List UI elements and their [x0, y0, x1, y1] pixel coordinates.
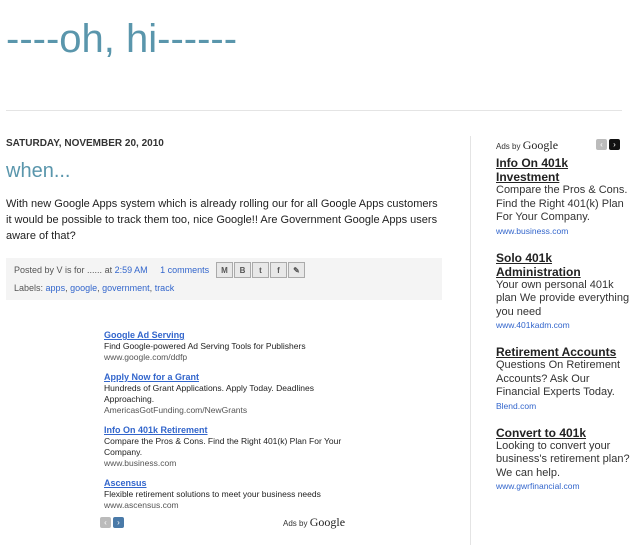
ad-title-link[interactable]: Ascensus — [104, 478, 354, 489]
ads-by-label: Ads by — [496, 142, 521, 151]
adsense-main-block: Google Ad Serving Find Google-powered Ad… — [104, 330, 354, 520]
ad-item: Apply Now for a Grant Hundreds of Grant … — [104, 372, 354, 416]
ad-url[interactable]: www.ascensus.com — [104, 500, 354, 511]
ad-title-link[interactable]: Info On 401k Investment — [496, 156, 630, 184]
ad-description: Compare the Pros & Cons. Find the Right … — [496, 184, 628, 223]
blogger-share-icon[interactable]: B — [234, 262, 251, 278]
ad-item: Google Ad Serving Find Google-powered Ad… — [104, 330, 354, 363]
ad-item: Ascensus Flexible retirement solutions t… — [104, 478, 354, 511]
ad-description: Flexible retirement solutions to meet yo… — [104, 489, 321, 499]
post-labels: Labels: apps, google, government, track — [14, 283, 175, 293]
ad-url[interactable]: www.business.com — [496, 225, 630, 237]
ad-description: Compare the Pros & Cons. Find the Right … — [104, 436, 342, 457]
posted-by: Posted by V is for ...... — [14, 265, 103, 275]
post-body: With new Google Apps system which is alr… — [6, 198, 438, 242]
next-arrow-icon[interactable]: › — [609, 139, 620, 150]
labels-prefix: Labels: — [14, 283, 44, 293]
ad-description: Find Google-powered Ad Serving Tools for… — [104, 341, 306, 351]
prev-arrow-icon[interactable]: ‹ — [100, 517, 111, 528]
ad-url[interactable]: Blend.com — [496, 400, 630, 412]
facebook-share-icon[interactable]: f — [270, 262, 287, 278]
post-footer: Posted by V is for ...... at 2:59 AM 1 c… — [6, 258, 442, 300]
label-link[interactable]: apps — [46, 283, 66, 293]
ad-title-link[interactable]: Apply Now for a Grant — [104, 372, 354, 383]
sidebar-ad-item: Solo 401k Administration Your own person… — [496, 251, 630, 332]
ad-description: Hundreds of Grant Applications. Apply To… — [104, 383, 314, 404]
sidebar-ad-item: Convert to 401k Looking to convert your … — [496, 426, 630, 493]
google-logo: Google — [522, 138, 559, 152]
label-link[interactable]: track — [155, 283, 175, 293]
ad-url[interactable]: www.business.com — [104, 458, 354, 469]
ad-nav-main: ‹ › — [100, 517, 126, 528]
post-title[interactable]: when... — [6, 160, 70, 183]
twitter-share-icon[interactable]: t — [252, 262, 269, 278]
prev-arrow-icon[interactable]: ‹ — [596, 139, 607, 150]
google-logo: Google — [309, 515, 346, 529]
ad-description: Looking to convert your business's retir… — [496, 439, 630, 479]
sidebar-divider — [470, 136, 471, 545]
ads-by-google-main[interactable]: Ads by Google — [283, 515, 345, 530]
blog-title[interactable]: ----oh, hi------ — [6, 14, 237, 64]
post-time-link[interactable]: 2:59 AM — [115, 265, 148, 275]
ad-title-link[interactable]: Google Ad Serving — [104, 330, 354, 341]
sidebar-ads: Ads by Google ‹ › Info On 401k Investmen… — [496, 138, 630, 506]
sidebar-ad-item: Retirement Accounts Questions On Retirem… — [496, 345, 630, 412]
post-date: SATURDAY, NOVEMBER 20, 2010 — [6, 138, 164, 149]
ad-url[interactable]: AmericasGotFunding.com/NewGrants — [104, 405, 354, 416]
ad-title-link[interactable]: Solo 401k Administration — [496, 251, 630, 279]
ad-url[interactable]: www.401kadm.com — [496, 319, 630, 331]
post-meta: Posted by V is for ...... at 2:59 AM 1 c… — [14, 265, 209, 275]
ad-url[interactable]: www.google.com/ddfp — [104, 352, 354, 363]
ad-title-link[interactable]: Retirement Accounts — [496, 345, 630, 359]
ad-title-link[interactable]: Info On 401k Retirement — [104, 425, 354, 436]
post-at: at — [104, 265, 113, 275]
comments-link[interactable]: 1 comments — [160, 265, 209, 275]
ad-description: Questions On Retirement Accounts? Ask Ou… — [496, 359, 621, 398]
buzz-share-icon[interactable]: ✎ — [288, 262, 305, 278]
label-link[interactable]: government — [102, 283, 150, 293]
ad-nav-side: ‹ › — [596, 139, 622, 150]
share-buttons: M B t f ✎ — [216, 262, 306, 278]
ad-description: Your own personal 401k plan We provide e… — [496, 278, 630, 318]
ads-by-label: Ads by — [283, 519, 308, 528]
sidebar-ads-header: Ads by Google ‹ › — [496, 138, 630, 156]
ads-by-google-side[interactable]: Ads by Google — [496, 138, 558, 153]
ad-url[interactable]: www.gwrfinancial.com — [496, 480, 630, 492]
header-divider — [6, 110, 622, 111]
ad-item: Info On 401k Retirement Compare the Pros… — [104, 425, 354, 469]
sidebar-ad-item: Info On 401k Investment Compare the Pros… — [496, 156, 630, 237]
label-link[interactable]: google — [70, 283, 97, 293]
ad-title-link[interactable]: Convert to 401k — [496, 426, 630, 440]
email-share-icon[interactable]: M — [216, 262, 233, 278]
next-arrow-icon[interactable]: › — [113, 517, 124, 528]
